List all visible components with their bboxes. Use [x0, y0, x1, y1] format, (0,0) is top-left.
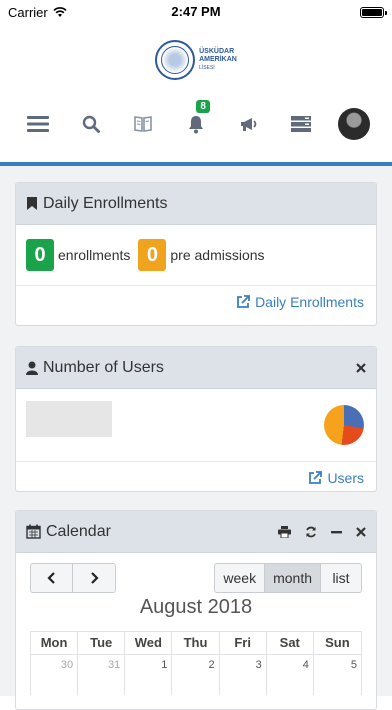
book-icon: [133, 115, 153, 133]
top-toolbar: 8: [0, 96, 392, 152]
enrollment-stats: 0 enrollments 0 pre admissions: [16, 225, 376, 285]
panel-title: Daily Enrollments: [43, 194, 168, 212]
print-icon[interactable]: [278, 525, 291, 538]
weekday-header: Thu: [172, 632, 220, 655]
directory-button[interactable]: [127, 108, 159, 140]
logo-text: ÜSKÜDAR AMERİKAN LİSESİ: [199, 48, 237, 72]
search-icon: [82, 115, 100, 133]
panel-title: Number of Users: [43, 358, 164, 376]
daily-enrollments-link[interactable]: Daily Enrollments: [16, 285, 376, 317]
logo-line-3: LİSESİ: [199, 65, 215, 71]
calendar-day[interactable]: 30: [31, 655, 79, 695]
dashboard-content[interactable]: Daily Enrollments 0 enrollments 0 pre ad…: [0, 162, 392, 710]
calendar-day[interactable]: 5: [314, 655, 361, 695]
calendar-day[interactable]: 4: [267, 655, 314, 695]
calendar-day[interactable]: 3: [220, 655, 267, 695]
bookmark-icon: [26, 196, 38, 211]
pre-admissions-count: 0: [138, 239, 167, 271]
notifications-button[interactable]: 8: [180, 100, 212, 140]
next-month-button[interactable]: [73, 564, 115, 592]
users-link-label: Users: [327, 469, 364, 486]
calendar-day[interactable]: 2: [172, 655, 220, 695]
battery-icon: [360, 6, 387, 18]
profile-button[interactable]: [337, 108, 370, 140]
calendar-grid: Mon Tue Wed Thu Fri Sat Sun 30 31 1 2 3 …: [30, 631, 362, 695]
calendar-body: week month list August 2018 Mon Tue Wed …: [16, 553, 376, 695]
calendar-day[interactable]: 1: [125, 655, 173, 695]
avatar: [337, 108, 370, 140]
users-link[interactable]: Users: [16, 461, 376, 491]
chevron-left-icon: [47, 572, 55, 584]
close-icon[interactable]: [356, 362, 366, 373]
minimize-icon[interactable]: [331, 527, 342, 537]
user-icon: [26, 361, 38, 375]
calendar-day[interactable]: 31: [78, 655, 126, 695]
weekday-header: Fri: [219, 632, 267, 655]
search-button[interactable]: [75, 108, 107, 140]
weekday-header: Sat: [266, 632, 314, 655]
clock: 2:47 PM: [171, 4, 221, 19]
servers-button[interactable]: [285, 108, 317, 140]
external-link-icon: [236, 294, 250, 309]
users-pie-chart: [324, 405, 364, 445]
nav-button-group: [30, 563, 116, 593]
daily-enrollments-link-label: Daily Enrollments: [255, 293, 364, 310]
panel-header: Number of Users: [16, 347, 376, 389]
status-bar: Carrier 2:47 PM: [0, 0, 392, 24]
weekday-header: Wed: [125, 632, 173, 655]
weekday-header: Sun: [313, 632, 361, 655]
number-of-users-panel: Number of Users Users: [15, 346, 377, 492]
enrollments-label: enrollments: [58, 247, 131, 263]
announcements-button[interactable]: [233, 108, 265, 140]
calendar-icon: [26, 524, 41, 539]
megaphone-icon: [239, 115, 259, 133]
school-logo: ÜSKÜDAR AMERİKAN LİSESİ: [0, 24, 392, 96]
panel-header: Daily Enrollments: [16, 183, 376, 225]
refresh-icon[interactable]: [305, 526, 317, 538]
enrollments-count: 0: [26, 239, 54, 271]
logo-line-1: ÜSKÜDAR: [199, 48, 235, 55]
close-icon[interactable]: [356, 526, 366, 537]
panel-title: Calendar: [46, 522, 111, 540]
week-view-button[interactable]: week: [215, 564, 266, 592]
weekday-header: Mon: [31, 632, 79, 655]
loading-placeholder: [26, 401, 112, 437]
daily-enrollments-panel: Daily Enrollments 0 enrollments 0 pre ad…: [15, 182, 377, 326]
notification-count-badge: 8: [196, 100, 210, 113]
month-view-button[interactable]: month: [265, 564, 321, 592]
menu-icon: [27, 115, 50, 133]
pre-admissions-label: pre admissions: [170, 247, 265, 263]
calendar-panel: Calendar week month list August 2018 Mon…: [15, 510, 377, 710]
logo-line-2: AMERİKAN: [199, 56, 237, 63]
chevron-right-icon: [90, 572, 99, 584]
panel-header: Calendar: [16, 511, 376, 553]
seal-icon: [155, 40, 196, 80]
users-body: [16, 389, 376, 461]
bell-icon: [187, 114, 205, 134]
weekday-header: Tue: [78, 632, 126, 655]
external-link-icon: [308, 470, 323, 485]
menu-button[interactable]: [22, 108, 54, 140]
server-icon: [291, 116, 312, 132]
list-view-button[interactable]: list: [321, 564, 361, 592]
calendar-month-title: August 2018: [139, 596, 253, 618]
prev-month-button[interactable]: [31, 564, 73, 592]
view-button-group: week month list: [214, 563, 362, 593]
